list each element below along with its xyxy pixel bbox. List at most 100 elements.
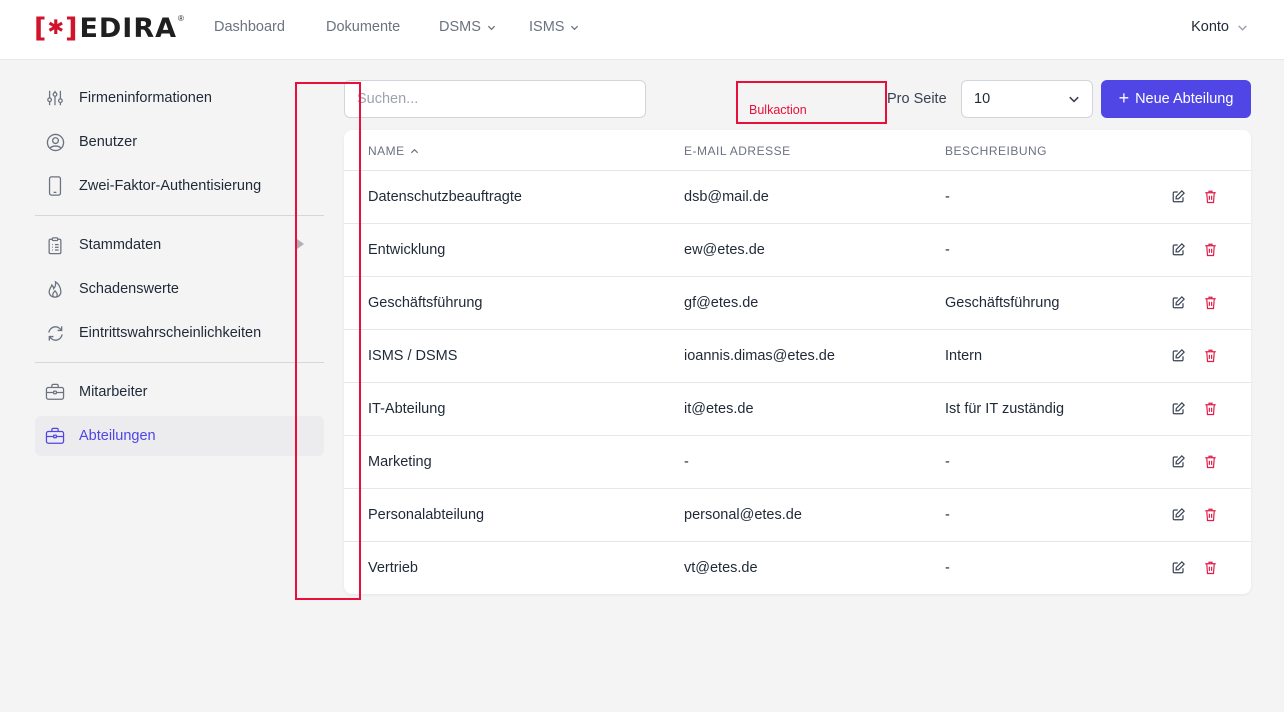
account-menu[interactable]: Konto [1191, 19, 1248, 35]
nav-dokumente-label: Dokumente [326, 19, 401, 35]
table-row: Geschäftsführung gf@etes.de Geschäftsführu… [344, 277, 1251, 330]
briefcase-icon [45, 426, 65, 446]
table-row: Personalabteilung personal@etes.de - [344, 489, 1251, 542]
per-page-value: 10 [974, 91, 991, 107]
trash-icon[interactable] [1203, 295, 1219, 311]
edit-icon[interactable] [1171, 507, 1187, 523]
logo-text: EDIRA [79, 12, 178, 44]
table-row: IT-Abteilung it@etes.de Ist für IT zuständ… [344, 383, 1251, 436]
sidebar-divider [35, 215, 324, 216]
sidebar-item-schadenswerte[interactable]: Schadenswerte [35, 269, 324, 309]
sidebar-item-benutzer[interactable]: Benutzer [35, 122, 324, 162]
top-navbar: [ ✱ ] EDIRA ® Dashboard Dokumente DSMS I… [0, 0, 1284, 60]
cell-description: Ist für IT zuständig [945, 401, 1065, 417]
column-header-description: Beschreibung [945, 144, 1047, 158]
cell-description: - [945, 507, 950, 523]
nav-isms[interactable]: ISMS [529, 19, 579, 35]
edira-logo[interactable]: [ ✱ ] EDIRA ® [34, 12, 184, 44]
edit-icon[interactable] [1171, 401, 1187, 417]
chevron-down-icon [1238, 24, 1247, 31]
cell-email: personal@etes.de [684, 507, 802, 523]
new-department-label: Neue Abteilung [1135, 91, 1234, 107]
cell-description: - [945, 454, 950, 470]
sidebar-item-label: Eintrittswahrscheinlichkeiten [79, 325, 262, 341]
cell-description: - [945, 189, 950, 205]
cell-name: Personalabteilung [368, 507, 485, 523]
sliders-icon [45, 88, 65, 108]
sidebar-item-stammdaten[interactable]: Stammdaten [35, 225, 324, 265]
fire-icon [45, 279, 65, 299]
table-row: Datenschutzbeauftragte dsb@mail.de - [344, 171, 1251, 224]
table-body: Datenschutzbeauftragte dsb@mail.de - Entwic… [344, 171, 1251, 594]
cell-name: IT-Abteilung [368, 401, 446, 417]
table-row: Marketing - - [344, 436, 1251, 489]
sidebar-item-label: Firmeninformationen [79, 90, 212, 106]
sidebar-item-firmeninformationen[interactable]: Firmeninformationen [35, 78, 324, 118]
table-row: Vertrieb vt@etes.de - [344, 542, 1251, 594]
cell-email: it@etes.de [684, 401, 754, 417]
chevron-down-icon [1069, 96, 1079, 103]
nav-dsms[interactable]: DSMS [439, 19, 496, 35]
sidebar-item-label: Schadenswerte [79, 281, 179, 297]
user-circle-icon [45, 132, 65, 152]
cell-name: Vertrieb [368, 560, 418, 576]
sidebar-item-eintrittswahrscheinlichkeiten[interactable]: Eintrittswahrscheinlichkeiten [35, 313, 324, 353]
trash-icon[interactable] [1203, 507, 1219, 523]
cell-name: Geschäftsführung [368, 295, 483, 311]
cell-name: Marketing [368, 454, 432, 470]
cell-email: - [684, 454, 689, 470]
settings-sidebar: Firmeninformationen Benutzer Zwei-Faktor… [35, 78, 324, 460]
sidebar-item-label: Abteilungen [79, 428, 156, 444]
bulkaction-label: Bulkaction [749, 103, 807, 117]
smartphone-icon [45, 176, 65, 196]
edit-icon[interactable] [1171, 348, 1187, 364]
sidebar-item-abteilungen[interactable]: Abteilungen [35, 416, 324, 456]
sort-ascending-icon [410, 148, 418, 153]
trash-icon[interactable] [1203, 348, 1219, 364]
briefcase-icon [45, 382, 65, 402]
refresh-icon [45, 323, 65, 343]
nav-dokumente[interactable]: Dokumente [326, 19, 400, 35]
per-page-label: Pro Seite [887, 91, 947, 107]
trash-icon[interactable] [1203, 454, 1219, 470]
cell-name: Datenschutzbeauftragte [368, 189, 522, 205]
cell-email: ioannis.dimas@etes.de [684, 348, 835, 364]
logo-registered-mark: ® [178, 14, 184, 23]
edit-icon[interactable] [1171, 454, 1187, 470]
table-row: Entwicklung ew@etes.de - [344, 224, 1251, 277]
edit-icon[interactable] [1171, 189, 1187, 205]
trash-icon[interactable] [1203, 189, 1219, 205]
table-row: ISMS / DSMS ioannis.dimas@etes.de Intern [344, 330, 1251, 383]
table-header: Name E-Mail Adresse Beschreibung [344, 130, 1251, 171]
column-header-label: Beschreibung [945, 144, 1048, 158]
nav-dashboard[interactable]: Dashboard [214, 19, 285, 35]
trash-icon[interactable] [1203, 242, 1219, 258]
edit-icon[interactable] [1171, 242, 1187, 258]
cell-email: gf@etes.de [684, 295, 759, 311]
search-input[interactable] [344, 80, 646, 118]
edit-icon[interactable] [1171, 560, 1187, 576]
nav-dsms-label: DSMS [439, 19, 481, 35]
column-header-name[interactable]: Name [368, 144, 419, 158]
per-page-select[interactable]: 10 [961, 80, 1093, 118]
new-department-button[interactable]: + Neue Abteilung [1101, 80, 1251, 118]
caret-right-icon [297, 239, 304, 249]
edit-icon[interactable] [1171, 295, 1187, 311]
trash-icon[interactable] [1203, 401, 1219, 417]
cell-description: Intern [945, 348, 983, 364]
sidebar-item-label: Stammdaten [79, 237, 162, 253]
cell-description: Geschäftsführung [945, 295, 1060, 311]
sidebar-item-label: Mitarbeiter [79, 384, 148, 400]
sidebar-divider [35, 362, 324, 363]
sidebar-item-mitarbeiter[interactable]: Mitarbeiter [35, 372, 324, 412]
logo-star-icon: ✱ [47, 17, 65, 39]
cell-email: vt@etes.de [684, 560, 758, 576]
trash-icon[interactable] [1203, 560, 1219, 576]
chevron-down-icon [487, 25, 496, 30]
sidebar-item-label: Zwei-Faktor-Authentisierung [79, 178, 262, 194]
chevron-down-icon [571, 25, 579, 30]
cell-name: Entwicklung [368, 242, 446, 258]
column-header-email: E-Mail Adresse [684, 144, 791, 158]
cell-description: - [945, 242, 950, 258]
sidebar-item-zwei-faktor[interactable]: Zwei-Faktor-Authentisierung [35, 166, 324, 206]
